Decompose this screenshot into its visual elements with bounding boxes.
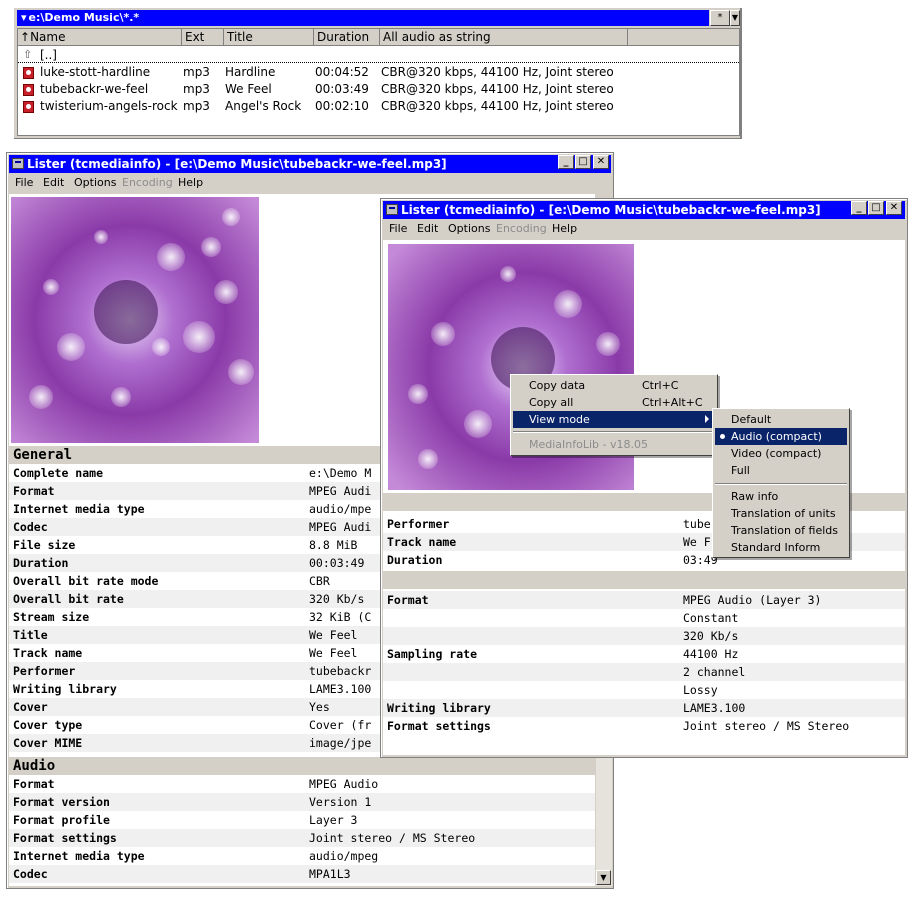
mp3-file-icon [23,84,34,96]
title-bar[interactable]: Lister (tcmediainfo) - [e:\Demo Music\tu… [383,201,905,219]
file-row[interactable]: luke-stott-hardline mp3 Hardline 00:04:5… [18,64,739,81]
menu-item-translation-units[interactable]: Translation of units [715,505,847,522]
context-menu: Copy data Ctrl+C Copy all Ctrl+Alt+C View … [510,374,718,456]
minimize-icon[interactable]: _ [558,155,574,169]
maximize-icon[interactable]: □ [575,155,591,169]
info-row: Codec MPA1L3 [9,865,595,883]
menu-bar: File Edit Options Encoding Help [383,220,905,238]
column-header-name[interactable]: ↑Name [18,29,182,46]
menu-edit[interactable]: Edit [417,220,438,238]
title-bar[interactable]: Lister (tcmediainfo) - [e:\Demo Music\tu… [9,155,611,173]
menu-item-version: MediaInfoLib - v18.05 [529,438,648,451]
close-icon[interactable]: ✕ [886,201,902,215]
vertical-scrollbar[interactable]: ▼ [595,753,612,886]
menu-options[interactable]: Options [74,174,116,192]
menu-item-translation-fields[interactable]: Translation of fields [715,522,847,539]
menu-item-raw-info[interactable]: Raw info [715,488,847,505]
close-icon[interactable]: ✕ [593,155,609,169]
up-folder-icon: ⇧ [23,48,33,61]
window-title: Lister (tcmediainfo) - [e:\Demo Music\tu… [401,203,821,217]
maximize-icon[interactable]: □ [868,201,884,215]
menu-item-default[interactable]: Default [715,411,847,428]
lister-app-icon [386,204,398,215]
menu-options[interactable]: Options [448,220,490,238]
menu-item-audio-compact[interactable]: Audio (compact) [715,428,847,445]
info-row: 2 channel [383,663,905,681]
radio-bullet-icon [720,434,725,439]
file-row[interactable]: tubebackr-we-feel mp3 We Feel 00:03:49 C… [18,81,739,98]
view-mode-submenu: Default Audio (compact) Video (compact) … [712,408,850,558]
column-header-duration[interactable]: Duration [314,29,380,46]
info-row: Writing library LAME3.100 [383,699,905,717]
minimize-icon[interactable]: _ [851,201,867,215]
dropdown-button[interactable]: ▼ [730,10,740,26]
info-row: Format profile Layer 3 [13,813,358,827]
info-row: Constant [683,611,739,625]
submenu-arrow-icon [705,415,709,423]
section-header [383,571,905,589]
menu-edit[interactable]: Edit [43,174,64,192]
lister-app-icon [12,158,24,169]
info-row: Sampling rate 44100 Hz [387,647,739,661]
window-title: Lister (tcmediainfo) - [e:\Demo Music\tu… [27,157,447,171]
menu-encoding: Encoding [122,176,173,189]
info-row: Format version Version 1 [9,793,595,811]
column-header-audio[interactable]: All audio as string [380,29,628,46]
file-list: ↑Name Ext Title Duration All audio as st… [17,28,740,136]
menu-item-standard-inform[interactable]: Standard Inform [715,539,847,556]
menu-help[interactable]: Help [178,174,203,192]
menu-encoding: Encoding [496,222,547,235]
album-cover-image [11,197,259,443]
mp3-file-icon [23,67,34,79]
menu-file[interactable]: File [389,220,407,238]
path-bar[interactable]: ▾ e:\Demo Music\*.* [17,10,709,26]
star-button[interactable]: * [710,10,730,26]
menu-help[interactable]: Help [552,220,577,238]
mp3-file-icon [23,101,34,113]
menu-item-full[interactable]: Full [715,462,847,479]
sort-up-icon: ↑ [20,30,31,44]
info-row: Format MPEG Audio (Layer 3) [383,591,905,609]
section-header-audio: Audio [9,757,595,775]
arrow-down-icon: ▾ [21,11,27,24]
menu-bar: File Edit Options Encoding Help [9,174,611,192]
path-text: e:\Demo Music\*.* [28,11,140,24]
column-header-title[interactable]: Title [224,29,314,46]
info-row: 320 Kb/s [383,627,905,645]
menu-file[interactable]: File [15,174,33,192]
file-panel: ▾ e:\Demo Music\*.* * ▼ ↑Name Ext Title D… [14,8,742,139]
info-row: Lossy [683,683,718,697]
menu-item-copy-data[interactable]: Copy data Ctrl+C [513,377,715,394]
menu-item-copy-all[interactable]: Copy all Ctrl+Alt+C [513,394,715,411]
column-header-ext[interactable]: Ext [182,29,224,46]
menu-item-video-compact[interactable]: Video (compact) [715,445,847,462]
menu-item-view-mode[interactable]: View mode [513,411,715,428]
info-row: Format settings Joint stereo / MS Stereo [9,829,595,847]
file-row[interactable]: twisterium-angels-rock mp3 Angel's Rock … [18,98,739,115]
info-row: Format MPEG Audio [13,777,379,791]
info-row: Internet media type audio/mpeg [13,849,379,863]
info-row: Format settings Joint stereo / MS Stereo [387,719,850,733]
scroll-down-icon[interactable]: ▼ [596,870,611,885]
column-header-empty [628,29,739,46]
